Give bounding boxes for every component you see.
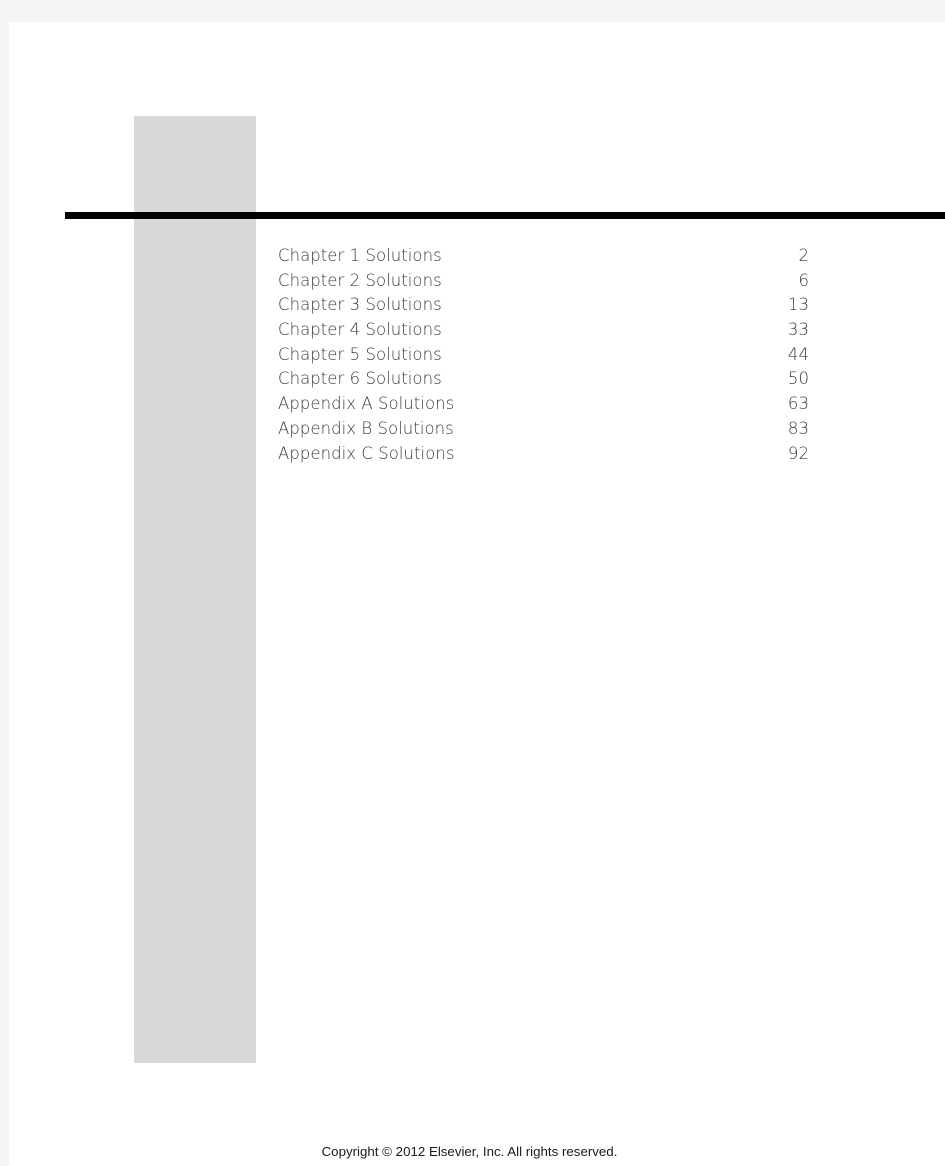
pdf-page: Chapter 1 Solutions 2 Chapter 2 Solution…: [9, 22, 945, 1166]
toc-entry[interactable]: Chapter 1 Solutions 2: [278, 244, 809, 269]
toc-entry-page-number: 92: [787, 443, 809, 463]
toc-entry-page-number: 50: [787, 369, 809, 389]
toc-entry[interactable]: Chapter 3 Solutions 13: [278, 293, 809, 318]
page-footer: Copyright © 2012 Elsevier, Inc. All righ…: [9, 1143, 945, 1161]
toc-entry[interactable]: Appendix B Solutions 83: [278, 417, 809, 442]
table-of-contents: Chapter 1 Solutions 2 Chapter 2 Solution…: [278, 244, 809, 466]
toc-entry-label: Chapter 1 Solutions: [278, 246, 442, 265]
toc-entry[interactable]: Chapter 4 Solutions 33: [278, 318, 809, 343]
header-horizontal-rule: [65, 212, 945, 219]
toc-entry-page-number: 6: [798, 270, 809, 290]
toc-entry[interactable]: Chapter 5 Solutions 44: [278, 343, 809, 368]
copyright-notice: Copyright © 2012 Elsevier, Inc. All righ…: [321, 1144, 618, 1159]
toc-entry-page-number: 2: [798, 246, 809, 265]
toc-entry-label: Appendix B Solutions: [278, 418, 454, 438]
toc-entry-label: Chapter 3 Solutions: [278, 295, 442, 315]
toc-entry-label: Chapter 5 Solutions: [278, 344, 442, 364]
toc-entry-label: Appendix A Solutions: [278, 394, 455, 414]
toc-entry-page-number: 13: [787, 295, 809, 315]
toc-entry[interactable]: Appendix A Solutions 63: [278, 392, 809, 417]
toc-entry[interactable]: Chapter 2 Solutions 6: [278, 269, 809, 294]
toc-entry-label: Appendix C Solutions: [278, 443, 455, 463]
decorative-side-block: [134, 116, 256, 1063]
toc-entry-page-number: 83: [787, 418, 809, 438]
toc-entry[interactable]: Appendix C Solutions 92: [278, 442, 809, 467]
toc-entry-page-number: 44: [787, 344, 809, 364]
toc-entry-label: Chapter 2 Solutions: [278, 270, 442, 290]
toc-entry-label: Chapter 4 Solutions: [278, 320, 442, 340]
toc-entry-page-number: 63: [787, 394, 809, 414]
toc-entry-page-number: 33: [787, 320, 809, 340]
toc-entry[interactable]: Chapter 6 Solutions 50: [278, 367, 809, 392]
toc-entry-label: Chapter 6 Solutions: [278, 369, 442, 389]
